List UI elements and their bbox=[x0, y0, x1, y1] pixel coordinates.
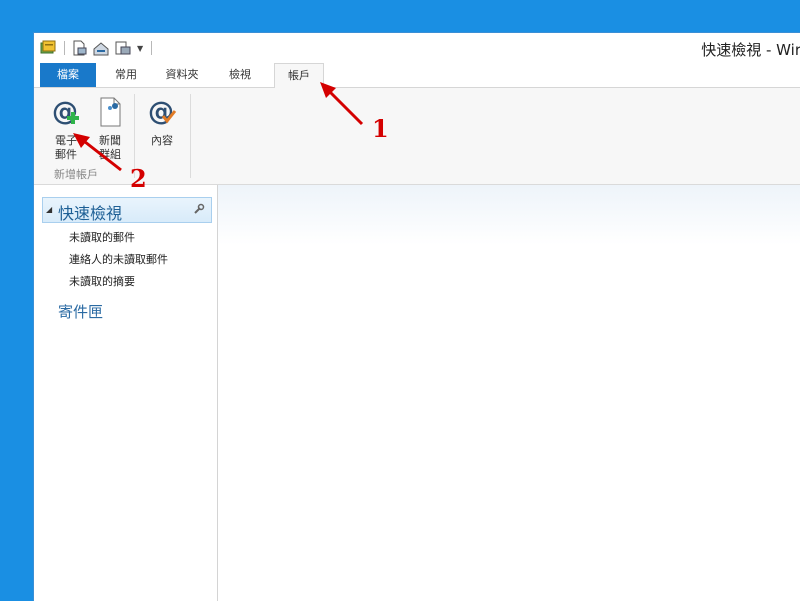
quick-view-unread-mail[interactable]: 未讀取的郵件 bbox=[69, 229, 135, 245]
ribbon-group-separator bbox=[190, 94, 191, 178]
email-account-label: 電子 郵件 bbox=[55, 134, 77, 161]
outbox-folder[interactable]: 寄件匣 bbox=[58, 301, 103, 322]
wrench-icon[interactable] bbox=[193, 203, 205, 215]
svg-text:@: @ bbox=[148, 97, 174, 127]
title-bar: ▼ 快速檢視 - Wir bbox=[34, 33, 800, 63]
quick-view-unread-from-contacts[interactable]: 連絡人的未讀取郵件 bbox=[69, 251, 168, 267]
window-title: 快速檢視 - Wir bbox=[701, 41, 800, 59]
tab-accounts[interactable]: 帳戶 bbox=[274, 63, 324, 89]
tab-file[interactable]: 檔案 bbox=[40, 63, 96, 87]
email-add-icon: @ bbox=[52, 97, 79, 127]
toolbar-separator bbox=[64, 41, 65, 55]
folder-pane: ◢ 快速檢視 未讀取的郵件 連絡人的未讀取郵件 未讀取的摘要 寄件匣 bbox=[34, 185, 218, 601]
quick-view-unread-feeds[interactable]: 未讀取的摘要 bbox=[69, 273, 135, 289]
ribbon-tabs: 檔案 常用 資料夾 檢視 帳戶 bbox=[34, 63, 800, 89]
app-window: ▼ 快速檢視 - Wir 檔案 常用 資料夾 檢視 帳戶 @ 電子 郵件 新聞 … bbox=[33, 32, 800, 601]
tab-folder[interactable]: 資料夾 bbox=[156, 63, 208, 87]
customize-dropdown-icon[interactable]: ▼ bbox=[137, 44, 143, 53]
contacts-icon[interactable] bbox=[115, 40, 131, 56]
ribbon: @ 電子 郵件 新聞 群組 @ 內容 新增帳戶 bbox=[34, 88, 800, 185]
tab-view[interactable]: 檢視 bbox=[218, 63, 262, 87]
properties-label: 內容 bbox=[151, 134, 173, 147]
annotation-1: 1 bbox=[372, 114, 389, 143]
send-receive-icon[interactable] bbox=[93, 40, 109, 56]
tab-home[interactable]: 常用 bbox=[104, 63, 148, 87]
collapse-triangle-icon[interactable]: ◢ bbox=[46, 205, 52, 214]
ribbon-group-label: 新增帳戶 bbox=[54, 168, 98, 181]
toolbar-separator bbox=[151, 41, 153, 55]
properties-icon: @ bbox=[148, 97, 177, 127]
content-pane bbox=[218, 185, 800, 601]
quick-views-title: 快速檢視 bbox=[58, 204, 123, 223]
properties-button[interactable]: @ 內容 bbox=[142, 96, 182, 148]
quick-views-header[interactable]: ◢ 快速檢視 bbox=[42, 197, 212, 223]
newsgroup-account-button[interactable]: 新聞 群組 bbox=[90, 96, 130, 162]
newsgroup-account-label: 新聞 群組 bbox=[99, 134, 121, 161]
new-message-icon[interactable] bbox=[71, 40, 87, 56]
email-account-button[interactable]: @ 電子 郵件 bbox=[46, 96, 86, 162]
newsgroup-icon bbox=[100, 97, 121, 127]
quick-access-toolbar: ▼ bbox=[40, 38, 158, 58]
app-icon[interactable] bbox=[40, 40, 56, 56]
annotation-2: 2 bbox=[130, 164, 147, 193]
